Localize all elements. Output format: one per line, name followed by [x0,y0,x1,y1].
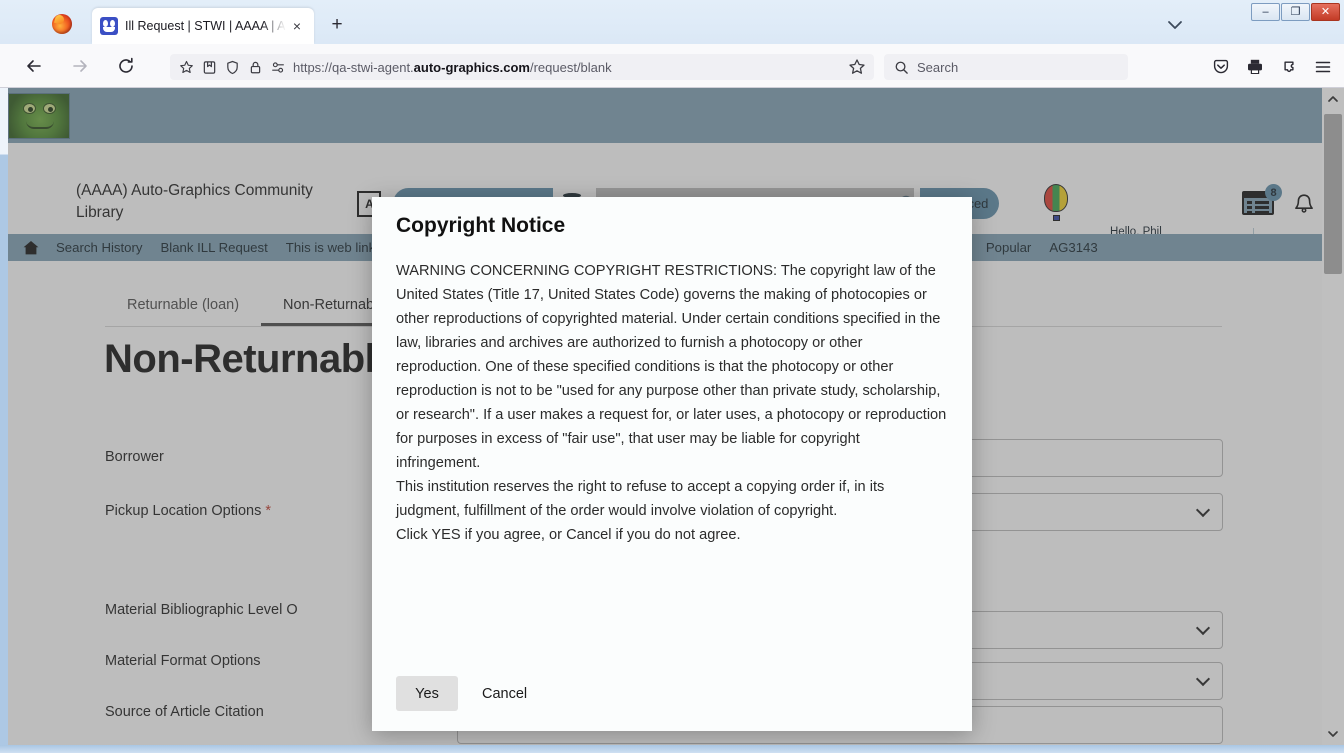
forward-icon [64,50,96,82]
window-bottom-edge [0,745,1344,753]
close-window-button[interactable]: ✕ [1311,3,1340,21]
url-path: /request/blank [529,59,612,75]
lock-icon[interactable] [247,59,263,75]
address-bar[interactable]: https://qa-stwi-agent.auto-graphics.com/… [170,54,874,80]
url-text: https://qa-stwi-agent.auto-graphics.com/… [293,60,866,75]
url-domain: auto-graphics.com [413,59,530,75]
dialog-actions: Yes Cancel [396,676,537,711]
add-bookmark-icon[interactable] [848,58,866,76]
extensions-icon[interactable] [1274,52,1304,82]
print-icon[interactable] [1240,52,1270,82]
dialog-title: Copyright Notice [396,214,566,237]
scroll-up-icon[interactable] [1322,88,1344,110]
scrollbar-thumb[interactable] [1324,114,1342,274]
tab-title: Ill Request | STWI | AAAA | Auto [125,19,286,33]
browser-titlebar: Ill Request | STWI | AAAA | Auto × + – ❐… [0,0,1344,44]
window-controls: – ❐ ✕ [1251,3,1340,21]
search-icon [893,59,909,75]
bookmark-star-icon[interactable] [178,59,194,75]
pocket-save-icon[interactable] [1206,52,1236,82]
page-viewport: (AAAA) Auto-Graphics Community Library A… [0,88,1344,745]
browser-search-placeholder: Search [917,59,959,75]
copyright-notice-dialog: Copyright Notice WARNING CONCERNING COPY… [372,197,972,731]
tab-favicon-icon [100,17,118,35]
app-menu-icon[interactable] [1308,52,1338,82]
browser-tab[interactable]: Ill Request | STWI | AAAA | Auto × [92,8,314,44]
reload-icon[interactable] [110,50,142,82]
browser-window: Ill Request | STWI | AAAA | Auto × + – ❐… [0,0,1344,753]
dialog-cancel-button[interactable]: Cancel [472,676,537,711]
maximize-button[interactable]: ❐ [1281,3,1310,21]
dialog-yes-button[interactable]: Yes [396,676,458,711]
browser-search-box[interactable]: Search [884,54,1128,80]
new-tab-button[interactable]: + [326,14,348,36]
window-left-edge [0,88,8,753]
url-prefix: https://qa-stwi-agent. [293,59,414,75]
shield-icon[interactable] [224,59,240,75]
back-icon[interactable] [18,50,50,82]
dialog-paragraph-3: Click YES if you agree, or Cancel if you… [396,527,741,543]
scroll-down-icon[interactable] [1322,723,1344,745]
dialog-paragraph-1: WARNING CONCERNING COPYRIGHT RESTRICTION… [396,263,947,471]
dialog-body: WARNING CONCERNING COPYRIGHT RESTRICTION… [396,259,948,547]
toolbar-right-icons [1206,52,1338,82]
minimize-button[interactable]: – [1251,3,1280,21]
tracking-protection-icon[interactable] [270,59,286,75]
list-all-tabs-icon[interactable] [1164,16,1186,34]
tab-close-icon[interactable]: × [288,17,306,35]
dialog-paragraph-2: This institution reserves the right to r… [396,479,885,519]
save-to-pocket-icon[interactable] [201,59,217,75]
firefox-logo-icon [52,14,72,34]
page-scrollbar[interactable] [1322,88,1344,745]
